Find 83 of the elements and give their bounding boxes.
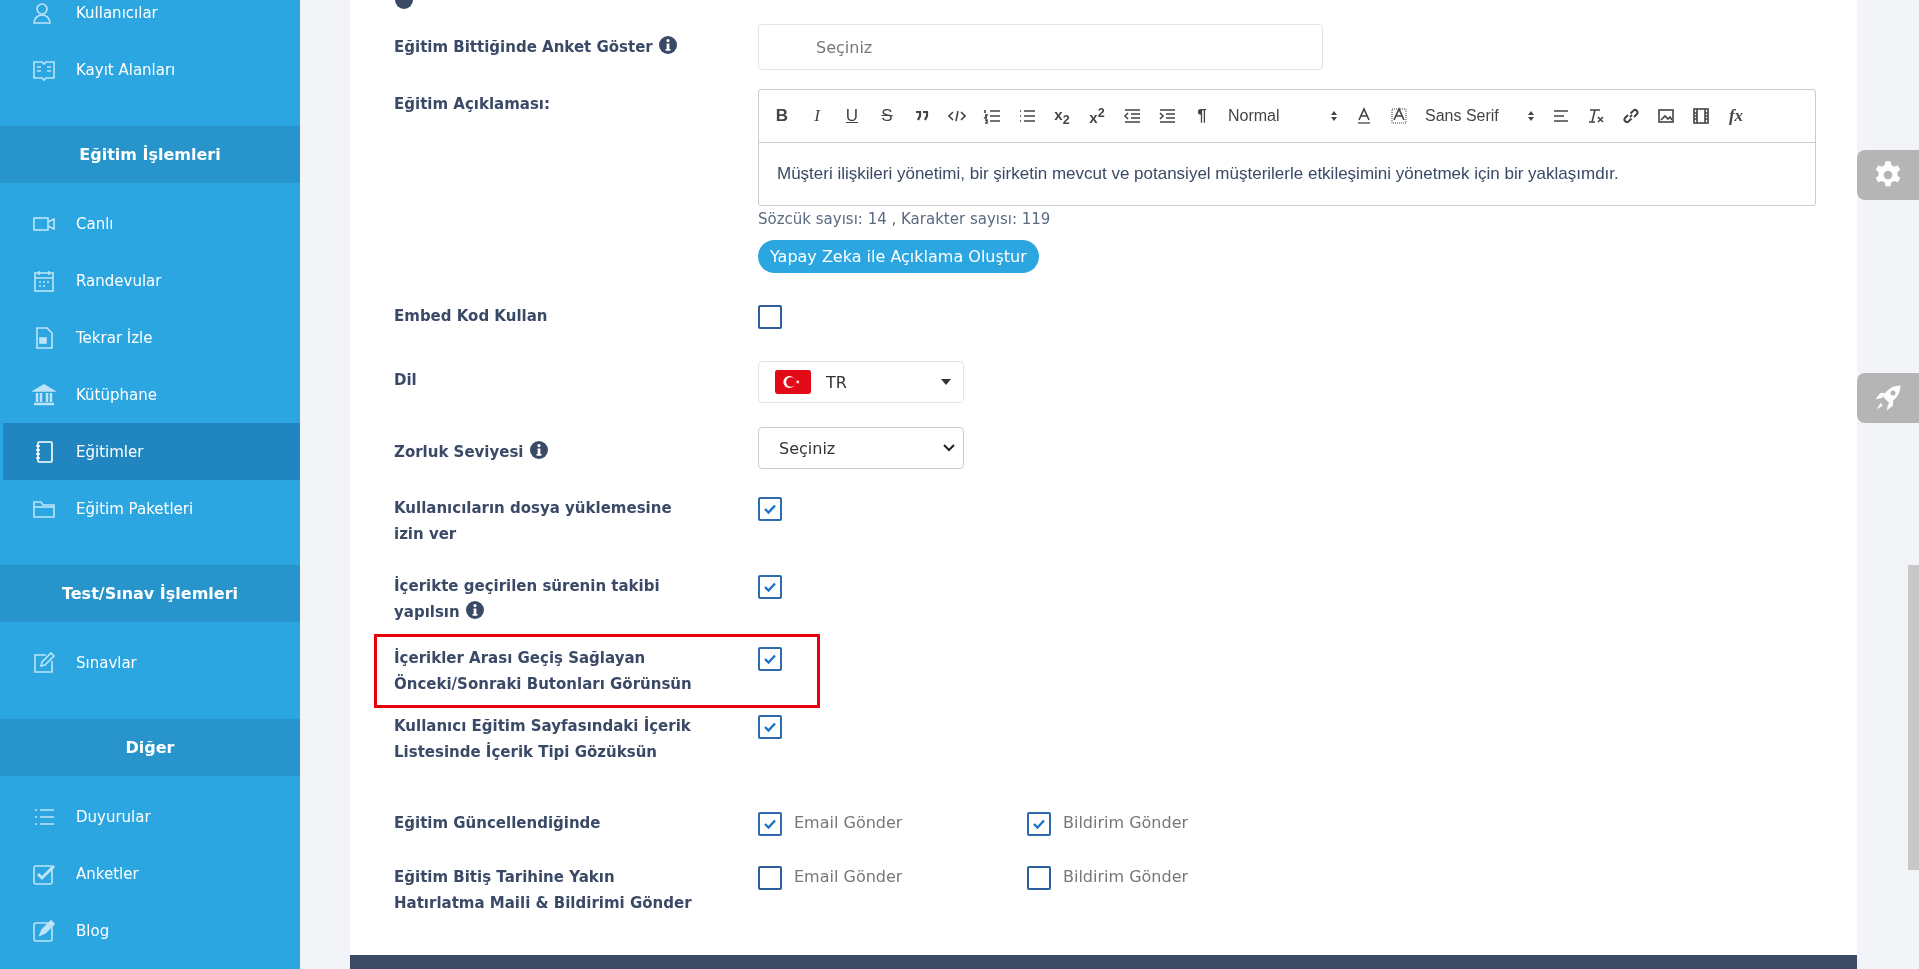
updown-icon [1330, 110, 1338, 122]
checkbox-label: Bildirim Gönder [1063, 812, 1189, 834]
updown-icon [1527, 110, 1535, 122]
script-button[interactable]: x$_{2}$ [1053, 105, 1071, 127]
survey-select[interactable]: Seçiniz [758, 24, 1323, 70]
field-label: İçerikte geçirilen sürenin takibi yapılsın [394, 575, 661, 623]
checkmark-icon [763, 580, 777, 594]
checkbox-label: Email Gönder [794, 866, 903, 888]
ordered-icon[interactable] [983, 107, 1001, 125]
sidebar-item[interactable]: Kütüphane [0, 366, 300, 423]
checkbox[interactable] [758, 497, 782, 521]
sidebar-item[interactable]: Sınavlar [0, 634, 300, 691]
align-icon[interactable] [1552, 107, 1570, 125]
color-icon[interactable] [1355, 107, 1373, 125]
toolbar-picker[interactable]: Normal [1228, 107, 1338, 125]
field-label: Eğitim Güncellendiğinde [394, 813, 601, 834]
checkbox[interactable] [1027, 866, 1051, 890]
field-label: Embed Kod Kullan [394, 306, 548, 327]
caret-icon [941, 379, 951, 385]
checkmark-icon [763, 720, 777, 734]
checkbox[interactable] [758, 647, 782, 671]
checkbox[interactable] [758, 812, 782, 836]
blog-icon [32, 918, 56, 943]
description-text[interactable]: Müşteri ilişkileri yönetimi, bir şirketin mevcut ve potansiyel müşterilerle etkileşimini yönetmek için bir yaklaşımdır. [759, 143, 1815, 205]
chevron-icon [943, 444, 955, 452]
bullet-icon[interactable] [1018, 107, 1036, 125]
clean-icon[interactable] [1587, 107, 1605, 125]
background-icon[interactable] [1390, 107, 1408, 125]
video-icon[interactable] [1692, 107, 1710, 125]
field-label: Zorluk Seviyesi [394, 439, 549, 465]
format-button[interactable]: S [878, 106, 896, 126]
word-count-text: Sözcük sayısı: 14 , Karakter sayısı: 119 [758, 210, 1052, 228]
bank-icon [32, 382, 56, 407]
sidebar-item[interactable]: Blog [0, 902, 300, 959]
edit-icon [32, 650, 56, 675]
generate-description-button[interactable]: Yapay Zeka ile Açıklama Oluştur [758, 240, 1039, 273]
format-button[interactable]: I [808, 106, 826, 126]
field-label: Eğitim Bitiş Tarihine Yakın Hatırlatma Maili & Bildirimi Gönder [394, 867, 693, 914]
field-label: Eğitim Bittiğinde Anket Göster [394, 34, 678, 60]
section-header: Diğer [0, 719, 300, 776]
sidebar-item[interactable]: Randevular [0, 252, 300, 309]
sidebar-item[interactable]: Canlı [0, 195, 300, 252]
outdent-icon[interactable] [1123, 107, 1141, 125]
scrollbar-thumb[interactable] [1908, 565, 1919, 870]
language-dropdown[interactable]: TR [758, 361, 964, 403]
field-label: Eğitim Açıklaması: [394, 94, 550, 115]
difficulty-select[interactable]: Seçiniz [758, 427, 964, 469]
format-button[interactable]: B [773, 106, 791, 126]
checkbox-label: Email Gönder [794, 812, 903, 834]
indent-icon[interactable] [1158, 107, 1176, 125]
sidebar-item[interactable]: Eğitimler [3, 423, 300, 480]
checkbox[interactable] [758, 305, 782, 329]
formula-button[interactable]: fx [1727, 106, 1745, 126]
checkmark-icon [1032, 817, 1046, 831]
toolbar-picker[interactable]: Sans Serif [1425, 107, 1535, 125]
checkmark-icon [763, 502, 777, 516]
flag-icon [775, 370, 811, 394]
script-button[interactable]: x$^{2}$ [1088, 106, 1106, 126]
image-icon[interactable] [1657, 107, 1675, 125]
sidebar-item[interactable]: Anketler [0, 845, 300, 902]
sidebar-item[interactable]: Tekrar İzle [0, 309, 300, 366]
sidebar-item[interactable]: Eğitim Paketleri [0, 480, 300, 537]
section-header: Test/Sınav İşlemleri [0, 565, 300, 622]
rocket-icon [1873, 383, 1903, 413]
field-label: İçerikler Arası Geçiş Sağlayan Önceki/Sonraki Butonları Görünsün [394, 647, 693, 695]
checkbox[interactable] [758, 866, 782, 890]
checkbox[interactable] [758, 575, 782, 599]
link-icon[interactable] [1622, 107, 1640, 125]
field-label: Kullanıcı Eğitim Sayfasındaki İçerik Listesinde İçerik Tipi Gözüksün [394, 715, 692, 763]
sidebar-item[interactable]: Duyurular [0, 788, 300, 845]
calendar-icon [32, 268, 56, 293]
direction-button[interactable]: ¶ [1193, 106, 1211, 126]
section-header: Eğitim İşlemleri [0, 126, 300, 183]
field-label: Dil [394, 370, 417, 391]
checkbox[interactable] [1027, 812, 1051, 836]
sidebar-item[interactable]: Kayıt Alanları [0, 41, 300, 98]
format-button[interactable]: U [843, 106, 861, 126]
checkmark-icon [763, 652, 777, 666]
checkbox-label: Bildirim Gönder [1063, 866, 1189, 888]
field-label: Kullanıcıların dosya yüklemesine izin ver [394, 498, 673, 545]
sidebar-item[interactable]: Kullanıcılar [0, 0, 300, 41]
checkbox[interactable] [758, 715, 782, 739]
checkmark-icon [763, 817, 777, 831]
